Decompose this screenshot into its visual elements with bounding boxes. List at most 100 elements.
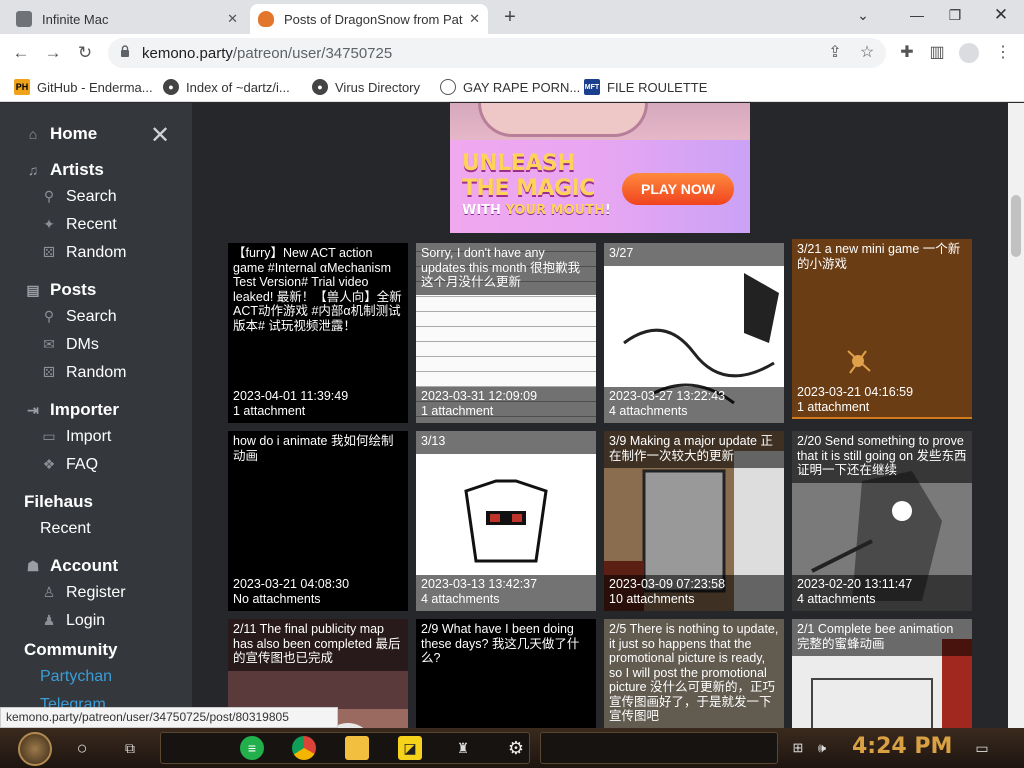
sidebar-header-importer[interactable]: ⇥ Importer (24, 400, 119, 420)
close-tab-icon[interactable]: ✕ (469, 11, 480, 27)
mft-logo-icon: MFT (584, 79, 600, 95)
post-card[interactable]: 2/9 What have I been doing these days? 我… (416, 619, 596, 728)
post-card[interactable]: 2/20 Send something to prove that it is … (792, 431, 972, 611)
sidebar-header-posts[interactable]: ▤ Posts (24, 280, 96, 300)
sidebar-item-faq[interactable]: ❖ FAQ (40, 456, 98, 474)
mac-favicon-icon (16, 11, 32, 27)
settings-gear-icon[interactable]: ⚙ (504, 736, 528, 760)
post-title: 3/9 Making a major update 正在制作一次较大的更新 (604, 431, 784, 468)
taskbar-clock[interactable]: 4:24 PM (852, 734, 952, 759)
post-card[interactable]: how do i animate 我如何绘制动画 2023-03-21 04:0… (228, 431, 408, 611)
menu-kebab-icon[interactable]: ⋮ (990, 40, 1016, 66)
page-scrollbar[interactable] (1008, 103, 1024, 728)
sidebar-header-filehaus[interactable]: Filehaus (24, 492, 93, 512)
post-title: Sorry, I don't have any updates this mon… (416, 243, 596, 295)
search-circle-icon[interactable]: ○ (70, 736, 94, 760)
sidebar-item-posts-dms[interactable]: ✉ DMs (40, 336, 99, 354)
post-footer: 2023-03-09 07:23:58 10 attachments (604, 575, 784, 611)
post-title: 2/20 Send something to prove that it is … (792, 431, 972, 483)
sidebar-link-partychan[interactable]: Partychan (40, 668, 112, 686)
sidebar-item-posts-search[interactable]: ⚲ Search (40, 308, 117, 326)
tab-strip: Infinite Mac ✕ Posts of DragonSnow from … (0, 0, 1024, 34)
taskbar-empty-bar (540, 732, 778, 764)
close-tab-icon[interactable]: ✕ (227, 11, 238, 27)
close-sidebar-icon[interactable]: ✕ (150, 121, 170, 150)
bookmark-index-dartz[interactable]: ● Index of ~dartz/i... (163, 78, 290, 96)
reload-icon[interactable]: ↻ (72, 40, 98, 66)
sidebar-header-community[interactable]: Community (24, 640, 118, 660)
search-icon: ⚲ (43, 308, 55, 324)
posts-content: UNLEASH THE MAGIC WITH YOUR MOUTH! PLAY … (192, 103, 1008, 728)
sidebar-header-artists[interactable]: ♫ Artists (24, 160, 104, 180)
pixel-character-icon[interactable]: ♜ (451, 736, 475, 760)
scrollbar-thumb[interactable] (1011, 195, 1021, 257)
post-card[interactable]: 【furry】New ACT action game #Internal αMe… (228, 243, 408, 423)
close-window-button[interactable]: ✕ (982, 3, 1020, 27)
minimize-button[interactable]: — (898, 3, 936, 27)
sidebar-item-register[interactable]: ♙ Register (40, 584, 126, 602)
post-attachments: 1 attachment (421, 404, 494, 418)
chrome-icon[interactable] (292, 736, 316, 760)
bookmark-star-icon[interactable]: ☆ (854, 40, 880, 66)
bookmark-virus-directory[interactable]: ● Virus Directory (312, 78, 420, 96)
post-card[interactable]: 2/1 Complete bee animation 完整的蜜蜂动画 (792, 619, 972, 728)
post-card[interactable]: 3/27 2023-03-27 13:22:43 4 attachments (604, 243, 784, 423)
sidebar-item-artists-search[interactable]: ⚲ Search (40, 188, 117, 206)
side-panel-icon[interactable]: ▥ (924, 40, 950, 66)
sticky-notes-icon[interactable]: ◪ (398, 736, 422, 760)
url-path: /patreon/user/34750725 (232, 45, 393, 62)
forward-arrow-icon[interactable]: → (40, 40, 66, 66)
notifications-icon[interactable]: ▭ (970, 736, 994, 760)
ad-play-now-button[interactable]: PLAY NOW (622, 173, 734, 205)
advertisement-banner[interactable]: UNLEASH THE MAGIC WITH YOUR MOUTH! PLAY … (450, 103, 750, 233)
sidebar-item-posts-random[interactable]: ⚄ Random (40, 364, 127, 382)
sidebar-item-import[interactable]: ▭ Import (40, 428, 111, 446)
bookmark-gay-rape-porn[interactable]: GAY RAPE PORN... (440, 78, 580, 96)
post-card[interactable]: Sorry, I don't have any updates this mon… (416, 243, 596, 423)
ad-tagline-b: YOUR MOUTH (505, 203, 605, 218)
file-explorer-icon[interactable] (345, 736, 369, 760)
tab-search-chevron-icon[interactable]: ⌄ (844, 3, 882, 27)
sheets-app-icon[interactable]: ≡ (240, 736, 264, 760)
post-card[interactable]: 3/21 a new mini game 一个新的小游戏 2023-03-21 … (792, 239, 972, 419)
new-tab-button[interactable]: + (498, 4, 522, 30)
post-attachments: 1 attachment (797, 400, 870, 414)
post-card[interactable]: 3/13 2023-03-13 13:42:37 4 attachments (416, 431, 596, 611)
url-host: kemono.party (142, 45, 233, 62)
sidebar-header-account[interactable]: ☗ Account (24, 556, 118, 576)
user-icon: ♟ (42, 612, 56, 628)
sidebar-item-filehaus-recent[interactable]: Recent (40, 520, 91, 538)
user-plus-icon: ♙ (42, 584, 56, 600)
address-bar[interactable]: kemono.party/patreon/user/34750725 ⇪ ☆ (108, 38, 886, 68)
globe-icon: ● (163, 79, 179, 95)
back-arrow-icon[interactable]: ← (8, 40, 34, 66)
fox-favicon-icon (258, 11, 274, 27)
sidebar-item-label: FAQ (66, 456, 99, 473)
post-card[interactable]: 2/5 There is nothing to update, it just … (604, 619, 784, 728)
sidebar-home-label: Home (50, 124, 98, 143)
sidebar-home[interactable]: ⌂ Home (24, 124, 97, 144)
extensions-puzzle-icon[interactable]: ✚ (894, 40, 920, 66)
tab-dragonsnow-posts[interactable]: Posts of DragonSnow from Patreon ✕ (250, 4, 488, 34)
task-view-icon[interactable]: ⧉ (118, 736, 142, 760)
posts-icon: ▤ (26, 282, 40, 298)
sidebar-item-label: DMs (66, 336, 99, 353)
volume-icon[interactable]: 🕪 (810, 736, 834, 760)
bookmark-file-roulette[interactable]: MFT FILE ROULETTE (584, 78, 707, 96)
sidebar-item-label: Random (66, 364, 127, 381)
post-card[interactable]: 3/9 Making a major update 正在制作一次较大的更新 20… (604, 431, 784, 611)
post-footer: 2023-03-13 13:42:37 4 attachments (416, 575, 596, 611)
restore-button[interactable]: ❐ (936, 3, 974, 27)
network-icon[interactable]: ⊞ (786, 736, 810, 760)
post-title: 3/27 (604, 243, 784, 266)
sidebar-item-login[interactable]: ♟ Login (40, 612, 105, 630)
sidebar-item-artists-random[interactable]: ⚄ Random (40, 244, 127, 262)
tab-infinite-mac[interactable]: Infinite Mac ✕ (8, 4, 246, 34)
start-button[interactable] (18, 732, 52, 766)
sparkle-icon: ✦ (43, 216, 55, 232)
sidebar-item-artists-recent[interactable]: ✦ Recent (40, 216, 117, 234)
share-icon[interactable]: ⇪ (822, 40, 848, 66)
post-date: 2023-03-21 04:16:59 (797, 385, 914, 399)
profile-avatar-icon[interactable] (956, 40, 982, 66)
bookmark-github[interactable]: PH GitHub - Enderma... (14, 78, 153, 96)
